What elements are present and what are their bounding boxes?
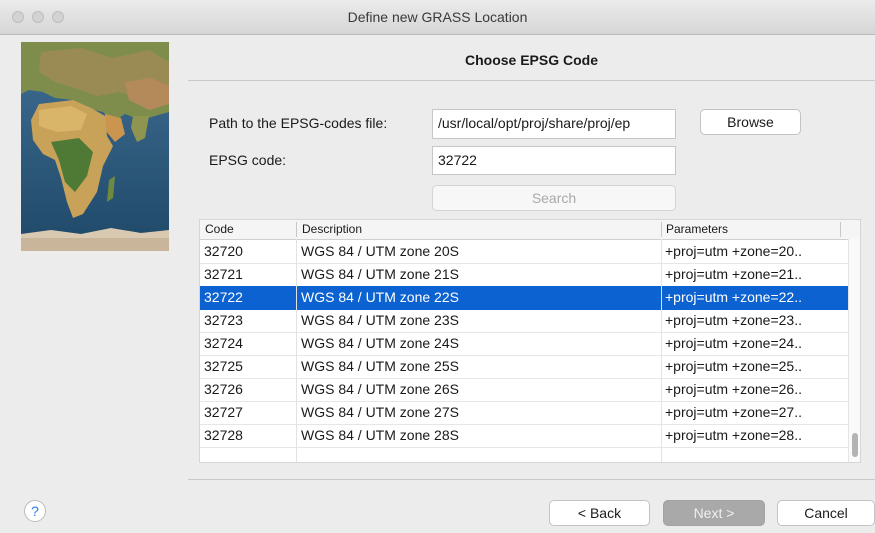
cell-parameters: +proj=utm +zone=25.. (665, 358, 802, 374)
search-button[interactable]: Search (432, 185, 676, 211)
column-divider (840, 222, 841, 237)
cell-parameters: +proj=utm +zone=24.. (665, 335, 802, 351)
cell-description: WGS 84 / UTM zone 23S (301, 312, 459, 328)
cell-description: WGS 84 / UTM zone 26S (301, 381, 459, 397)
cancel-button[interactable]: Cancel (777, 500, 875, 526)
back-button[interactable]: < Back (549, 500, 650, 526)
window-title: Define new GRASS Location (347, 9, 528, 25)
cell-code: 32720 (204, 243, 243, 259)
cell-description: WGS 84 / UTM zone 20S (301, 243, 459, 259)
table-row[interactable]: 32722 WGS 84 / UTM zone 22S +proj=utm +zon… (200, 286, 848, 310)
epsg-file-path-input[interactable]: /usr/local/opt/proj/share/proj/ep (432, 109, 676, 139)
browse-button[interactable]: Browse (700, 109, 801, 135)
cell-parameters: +proj=utm +zone=28.. (665, 427, 802, 443)
table-row[interactable]: 32725 WGS 84 / UTM zone 25S +proj=utm +zon… (200, 355, 848, 379)
column-header-parameters[interactable]: Parameters (666, 222, 728, 236)
table-vertical-scrollbar[interactable] (848, 239, 860, 462)
help-icon[interactable]: ? (24, 500, 46, 522)
cell-description: WGS 84 / UTM zone 27S (301, 404, 459, 420)
cell-description: WGS 84 / UTM zone 24S (301, 335, 459, 351)
table-row[interactable]: 32727 WGS 84 / UTM zone 27S +proj=utm +zon… (200, 401, 848, 425)
table-header: Code Description Parameters (200, 220, 860, 240)
epsg-code-label: EPSG code: (209, 152, 287, 168)
cell-code: 32724 (204, 335, 243, 351)
cell-code: 32727 (204, 404, 243, 420)
cell-code: 32726 (204, 381, 243, 397)
page-heading: Choose EPSG Code (464, 52, 599, 68)
title-bar: Define new GRASS Location (0, 0, 875, 35)
cell-code: 32725 (204, 358, 243, 374)
next-button[interactable]: Next > (663, 500, 765, 526)
cell-description: WGS 84 / UTM zone 25S (301, 358, 459, 374)
cell-code: 32722 (204, 289, 243, 305)
cell-parameters: +proj=utm +zone=22.. (665, 289, 802, 305)
cell-code: 32728 (204, 427, 243, 443)
column-gridline (296, 239, 297, 462)
cell-parameters: +proj=utm +zone=20.. (665, 243, 802, 259)
cell-code: 32723 (204, 312, 243, 328)
table-row[interactable]: 32726 WGS 84 / UTM zone 26S +proj=utm +zon… (200, 378, 848, 402)
cell-code: 32721 (204, 266, 243, 282)
table-row[interactable]: 32724 WGS 84 / UTM zone 24S +proj=utm +zon… (200, 332, 848, 356)
table-row[interactable]: 32720 WGS 84 / UTM zone 20S +proj=utm +zon… (200, 240, 848, 264)
table-row[interactable]: 32723 WGS 84 / UTM zone 23S +proj=utm +zon… (200, 309, 848, 333)
world-map-image (21, 42, 169, 251)
column-header-description[interactable]: Description (302, 222, 362, 236)
scrollbar-thumb[interactable] (852, 433, 858, 457)
epsg-code-table: Code Description Parameters 32720 WGS 84 … (199, 219, 861, 463)
column-divider (661, 222, 662, 237)
path-label: Path to the EPSG-codes file: (209, 115, 388, 131)
cell-description: WGS 84 / UTM zone 22S (301, 289, 459, 305)
cell-description: WGS 84 / UTM zone 28S (301, 427, 459, 443)
cell-parameters: +proj=utm +zone=21.. (665, 266, 802, 282)
table-row[interactable]: 32721 WGS 84 / UTM zone 21S +proj=utm +zon… (200, 263, 848, 287)
cell-description: WGS 84 / UTM zone 21S (301, 266, 459, 282)
footer-divider (188, 479, 875, 480)
column-gridline (661, 239, 662, 462)
cell-parameters: +proj=utm +zone=27.. (665, 404, 802, 420)
cell-parameters: +proj=utm +zone=23.. (665, 312, 802, 328)
epsg-code-input[interactable]: 32722 (432, 146, 676, 175)
heading-divider (188, 80, 875, 81)
column-header-code[interactable]: Code (205, 222, 234, 236)
table-row[interactable]: 32728 WGS 84 / UTM zone 28S +proj=utm +zon… (200, 424, 848, 448)
cell-parameters: +proj=utm +zone=26.. (665, 381, 802, 397)
column-divider (296, 222, 297, 237)
